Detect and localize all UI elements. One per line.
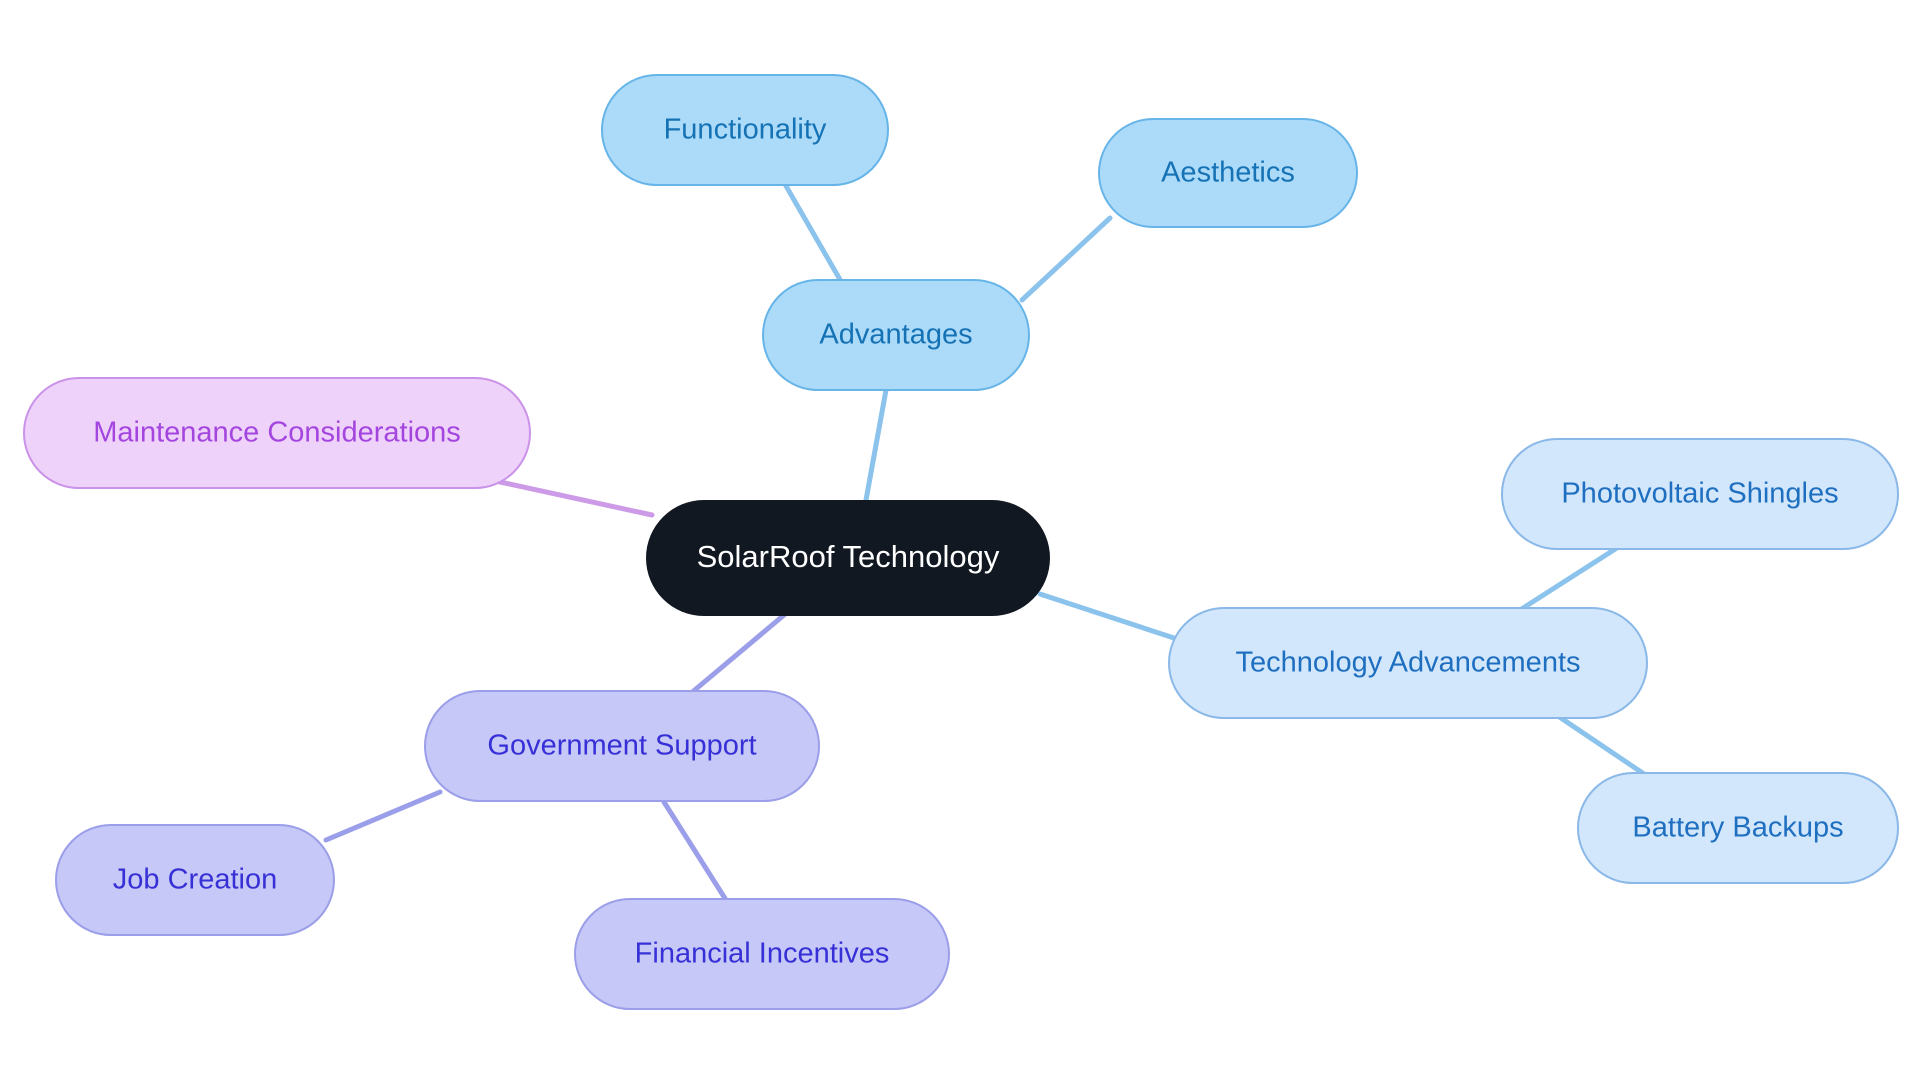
node-label-root: SolarRoof Technology <box>697 539 1000 574</box>
mindmap-node-root[interactable]: SolarRoof Technology <box>646 500 1050 616</box>
node-label-shingles: Photovoltaic Shingles <box>1561 478 1838 510</box>
mindmap-node-advantages[interactable]: Advantages <box>762 279 1030 391</box>
mindmap-edge-root-technology <box>1037 591 1183 643</box>
node-label-maintenance: Maintenance Considerations <box>93 417 461 449</box>
mindmap-node-shingles[interactable]: Photovoltaic Shingles <box>1501 438 1899 550</box>
mindmap-edge-root-advantages <box>863 387 889 503</box>
node-label-functionality: Functionality <box>664 114 827 146</box>
mindmap-edge-government-jobs <box>323 789 443 843</box>
mindmap-edge-advantages-aesthetics <box>1019 215 1113 303</box>
mindmap-node-battery[interactable]: Battery Backups <box>1577 772 1899 884</box>
mindmap-canvas: SolarRoof Technology Advantages Functional… <box>0 0 1920 1083</box>
mindmap-node-functionality[interactable]: Functionality <box>601 74 889 186</box>
mindmap-node-incentives[interactable]: Financial Incentives <box>574 898 950 1010</box>
node-label-aesthetics: Aesthetics <box>1161 157 1295 189</box>
mindmap-svg: SolarRoof Technology Advantages Functional… <box>23 74 1899 1010</box>
mindmap-edge-root-government <box>687 607 793 697</box>
node-label-incentives: Financial Incentives <box>635 938 890 970</box>
node-label-government: Government Support <box>487 730 756 762</box>
mindmap-edge-root-maintenance <box>497 479 655 518</box>
mindmap-edge-technology-shingles <box>1517 543 1623 613</box>
nodes-layer: SolarRoof Technology Advantages Functional… <box>23 74 1899 1010</box>
node-label-advantages: Advantages <box>819 319 972 351</box>
node-label-jobs: Job Creation <box>113 864 277 896</box>
mindmap-node-government[interactable]: Government Support <box>424 690 820 802</box>
node-label-technology: Technology Advancements <box>1236 647 1581 679</box>
mindmap-edge-government-incentives <box>661 799 729 903</box>
mindmap-node-technology[interactable]: Technology Advancements <box>1168 607 1648 719</box>
mindmap-node-aesthetics[interactable]: Aesthetics <box>1098 118 1358 228</box>
mindmap-edge-technology-battery <box>1549 709 1653 781</box>
mindmap-node-maintenance[interactable]: Maintenance Considerations <box>23 377 531 489</box>
mindmap-edge-advantages-functionality <box>783 183 849 293</box>
node-label-battery: Battery Backups <box>1632 812 1843 844</box>
mindmap-node-jobs[interactable]: Job Creation <box>55 824 335 936</box>
